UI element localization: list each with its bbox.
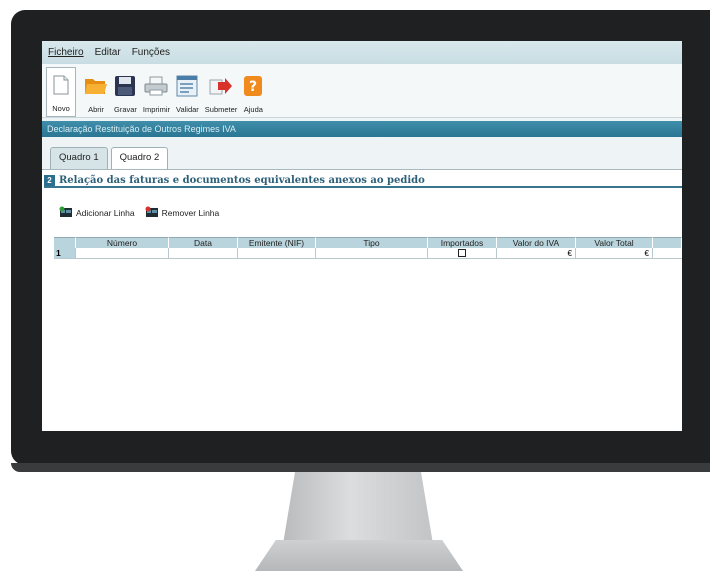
- add-row-button[interactable]: Adicionar Linha: [59, 206, 135, 220]
- tab-quadro-2[interactable]: Quadro 2: [110, 147, 169, 170]
- printer-icon: [144, 73, 168, 99]
- cell-valor-total[interactable]: €: [576, 248, 653, 259]
- menu-ficheiro[interactable]: Ficheiro: [48, 47, 84, 58]
- folder-open-icon: [84, 73, 108, 99]
- monitor-stand-neck: [283, 472, 433, 544]
- imprimir-button[interactable]: Imprimir: [143, 67, 170, 117]
- abrir-button[interactable]: Abrir: [84, 67, 108, 117]
- tab-quadro-1[interactable]: Quadro 1: [50, 147, 108, 169]
- screen: Ficheiro Editar Funções Novo Abrir Grava…: [42, 41, 682, 431]
- table-row: 1 € €: [54, 248, 682, 259]
- column-header-emitente[interactable]: Emitente (NIF): [238, 237, 316, 248]
- submeter-button[interactable]: Submeter: [204, 67, 238, 117]
- new-document-icon: [53, 72, 69, 98]
- remove-row-button[interactable]: Remover Linha: [145, 206, 220, 220]
- section-title: Relação das faturas e documentos equival…: [59, 174, 425, 186]
- tab-panel: 2 Relação das faturas e documentos equiv…: [42, 169, 682, 299]
- app-window: Ficheiro Editar Funções Novo Abrir Grava…: [42, 41, 682, 299]
- invoices-table: Número Data Emitente (NIF) Tipo Importad…: [54, 237, 682, 259]
- novo-label: Novo: [52, 104, 70, 113]
- menu-editar[interactable]: Editar: [95, 47, 121, 58]
- add-row-label: Adicionar Linha: [76, 208, 135, 218]
- valor-iva-currency: €: [567, 249, 572, 258]
- menu-funcoes[interactable]: Funções: [132, 47, 170, 58]
- menu-bar: Ficheiro Editar Funções: [42, 41, 682, 64]
- monitor-stand-base: [255, 540, 463, 571]
- save-floppy-icon: [114, 73, 136, 99]
- ajuda-button[interactable]: ? Ajuda: [243, 67, 263, 117]
- cell-tipo[interactable]: [316, 248, 428, 259]
- imprimir-label: Imprimir: [142, 105, 170, 114]
- remove-row-icon: [145, 206, 159, 220]
- column-header-spacer: [653, 237, 682, 248]
- cell-emitente[interactable]: [238, 248, 316, 259]
- row-number-header: [54, 237, 76, 248]
- form-title-bar: Declaração Restituição de Outros Regimes…: [42, 121, 682, 137]
- importados-checkbox[interactable]: [458, 249, 466, 257]
- help-question-icon: ?: [243, 73, 263, 99]
- validar-label: Validar: [176, 105, 199, 114]
- column-header-tipo[interactable]: Tipo: [316, 237, 428, 248]
- row-number: 1: [54, 248, 76, 259]
- toolbar: Novo Abrir Gravar Imprimir Validar Subme…: [42, 64, 682, 118]
- validate-form-icon: [176, 73, 198, 99]
- section-number: 2: [44, 174, 55, 186]
- svg-text:?: ?: [249, 79, 257, 95]
- column-header-numero[interactable]: Número: [76, 237, 169, 248]
- cell-numero[interactable]: [76, 248, 169, 259]
- abrir-label: Abrir: [88, 105, 104, 114]
- column-header-valor-total[interactable]: Valor Total: [576, 237, 653, 248]
- row-actions: Adicionar Linha Remover Linha: [59, 206, 219, 220]
- column-header-importados[interactable]: Importados: [428, 237, 497, 248]
- gravar-label: Gravar: [114, 105, 137, 114]
- column-header-data[interactable]: Data: [169, 237, 238, 248]
- screen-empty-area: [42, 299, 682, 431]
- novo-button[interactable]: Novo: [46, 67, 76, 117]
- remove-row-label: Remover Linha: [161, 208, 220, 218]
- monitor-chin: [11, 463, 710, 472]
- submit-arrow-icon: [209, 73, 233, 99]
- gravar-button[interactable]: Gravar: [114, 67, 137, 117]
- table-header: Número Data Emitente (NIF) Tipo Importad…: [54, 237, 682, 248]
- validar-button[interactable]: Validar: [176, 67, 199, 117]
- cell-valor-iva[interactable]: €: [497, 248, 576, 259]
- valor-total-currency: €: [644, 249, 649, 258]
- cell-spacer: [653, 248, 682, 259]
- tab-strip: Quadro 1 Quadro 2: [50, 147, 169, 170]
- cell-data[interactable]: [169, 248, 238, 259]
- column-header-valor-iva[interactable]: Valor do IVA: [497, 237, 576, 248]
- cell-importados: [428, 248, 497, 259]
- add-row-icon: [59, 206, 73, 220]
- submeter-label: Submeter: [204, 105, 238, 114]
- section-header: 2 Relação das faturas e documentos equiv…: [44, 174, 682, 188]
- ajuda-label: Ajuda: [243, 105, 263, 114]
